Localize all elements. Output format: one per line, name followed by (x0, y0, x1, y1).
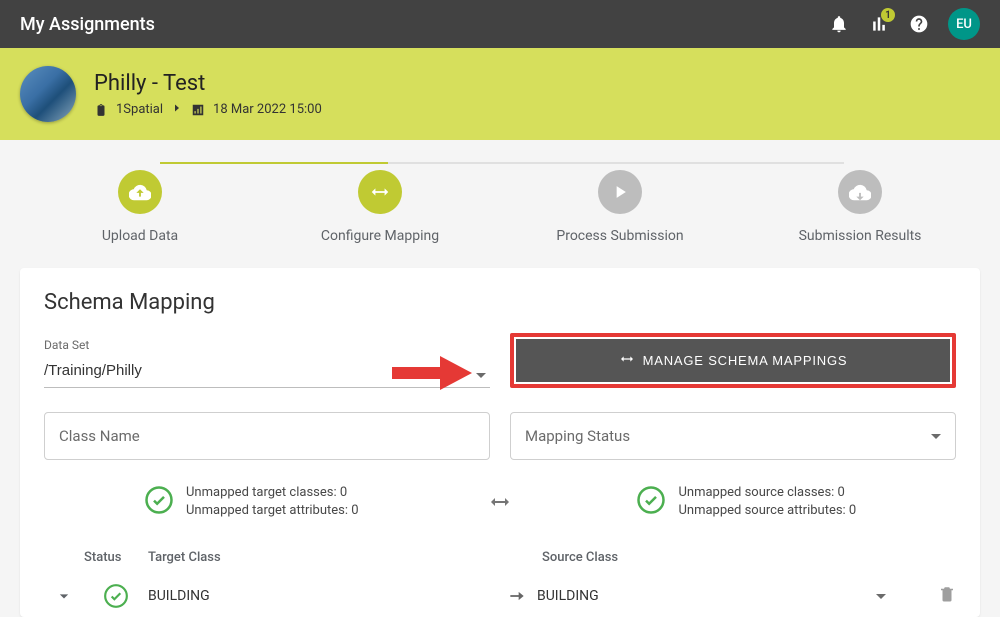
expand-row-button[interactable] (44, 586, 84, 606)
table-row: BUILDING BUILDING (44, 575, 956, 617)
unmapped-source-classes: Unmapped source classes: 0 (678, 484, 856, 502)
hero-banner: Philly - Test 1Spatial 18 Mar 2022 15:00 (0, 48, 1000, 140)
delete-icon[interactable] (938, 585, 956, 607)
unmapped-target-classes: Unmapped target classes: 0 (186, 484, 359, 502)
data-set-label: Data Set (44, 338, 490, 352)
source-class-select[interactable]: BUILDING (537, 588, 896, 604)
bell-icon[interactable] (828, 13, 850, 35)
org-name: 1Spatial (116, 102, 163, 117)
manage-schema-mappings-button[interactable]: MANAGE SCHEMA MAPPINGS (516, 339, 950, 382)
dropdown-caret-icon (476, 373, 486, 378)
bar-chart-icon[interactable]: 1 (868, 13, 890, 35)
step-configure-mapping[interactable]: Configure Mapping (280, 170, 480, 244)
status-header: Status (84, 550, 148, 565)
breadcrumb: 1Spatial 18 Mar 2022 15:00 (94, 102, 322, 118)
swap-horiz-icon (358, 170, 402, 214)
project-datetime: 18 Mar 2022 15:00 (213, 102, 322, 117)
table-header: Status Target Class Source Class (44, 540, 956, 575)
callout-arrow-icon (392, 356, 472, 390)
help-icon[interactable] (908, 13, 930, 35)
manage-button-label: MANAGE SCHEMA MAPPINGS (643, 353, 848, 368)
play-icon (598, 170, 642, 214)
step-label: Process Submission (556, 228, 683, 244)
cloud-upload-icon (118, 170, 162, 214)
dropdown-caret-icon (876, 594, 886, 599)
avatar[interactable]: EU (948, 8, 980, 40)
chart-badge: 1 (881, 8, 895, 22)
mapping-status-select[interactable]: Mapping Status (510, 412, 956, 460)
clipboard-icon (94, 103, 108, 117)
swap-icon (619, 351, 635, 370)
stepper: Upload Data Configure Mapping Process Su… (0, 140, 1000, 256)
row-status-icon (84, 583, 148, 609)
class-name-input[interactable]: Class Name (44, 412, 490, 460)
step-process-submission[interactable]: Process Submission (520, 170, 720, 244)
callout-highlight: MANAGE SCHEMA MAPPINGS (510, 333, 956, 388)
project-image (20, 66, 76, 122)
arrow-right-icon (497, 586, 537, 606)
data-set-field[interactable]: Data Set (44, 338, 490, 388)
dropdown-caret-icon (931, 434, 941, 439)
check-circle-icon (636, 485, 666, 519)
cloud-download-icon (838, 170, 882, 214)
step-submission-results[interactable]: Submission Results (760, 170, 960, 244)
swap-horiz-small-icon (488, 490, 512, 514)
step-label: Configure Mapping (321, 228, 439, 244)
unmapped-target-attrs: Unmapped target attributes: 0 (186, 502, 359, 520)
stats-row: Unmapped target classes: 0 Unmapped targ… (44, 484, 956, 520)
project-title: Philly - Test (94, 71, 322, 96)
source-header: Source Class (542, 550, 896, 565)
page-title: My Assignments (20, 14, 155, 35)
step-label: Upload Data (102, 228, 178, 244)
source-class-value: BUILDING (537, 588, 599, 604)
chevron-right-icon (171, 102, 183, 118)
target-class-cell: BUILDING (148, 588, 497, 604)
class-name-placeholder: Class Name (59, 427, 140, 445)
card-heading: Schema Mapping (44, 290, 956, 315)
check-circle-icon (144, 485, 174, 519)
chart-small-icon (191, 103, 205, 117)
schema-mapping-card: Schema Mapping Data Set MANAGE SCHEMA MA… (20, 268, 980, 617)
mapping-status-placeholder: Mapping Status (525, 427, 630, 445)
step-label: Submission Results (799, 228, 922, 244)
step-upload-data[interactable]: Upload Data (40, 170, 240, 244)
unmapped-source-attrs: Unmapped source attributes: 0 (678, 502, 856, 520)
topbar: My Assignments 1 EU (0, 0, 1000, 48)
target-header: Target Class (148, 550, 502, 565)
